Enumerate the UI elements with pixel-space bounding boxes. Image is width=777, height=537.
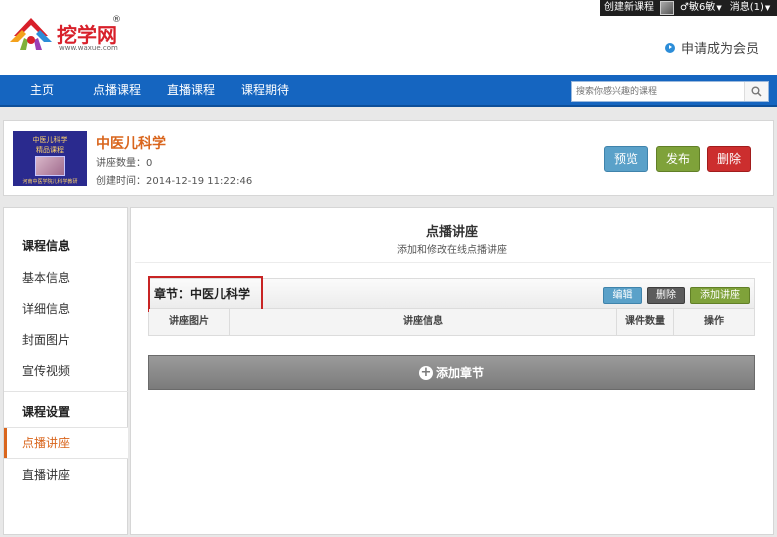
thumbnail-footer: 河南中医学院儿科学教研: [22, 179, 78, 185]
caret-down-icon: ▼: [764, 4, 771, 12]
delete-course-button[interactable]: 删除: [707, 146, 751, 172]
thumbnail-title: 中医儿科学: [32, 136, 68, 144]
sidebar-divider: [4, 391, 128, 392]
column-header-actions: 操作: [704, 316, 724, 327]
nav-live-courses[interactable]: 直播课程: [167, 75, 215, 105]
delete-chapter-button[interactable]: 删除: [647, 287, 685, 304]
search-box: [571, 81, 769, 102]
sidebar-item-basic-info[interactable]: 基本信息: [4, 263, 128, 293]
apply-member-label: 申请成为会员: [680, 42, 759, 57]
play-circle-icon: [664, 42, 675, 53]
search-icon: [751, 86, 762, 97]
sidebar-group-course-info: 课程信息: [22, 239, 71, 253]
panel-title: 点播讲座: [425, 225, 478, 240]
search-input[interactable]: [572, 82, 744, 101]
edit-chapter-button[interactable]: 编辑: [603, 287, 642, 304]
column-header-lecture-image: 讲座图片: [149, 309, 230, 335]
course-thumbnail: 中医儿科学 精品课程 河南中医学院儿科学教研: [13, 131, 87, 186]
messages-label: 消息(1): [729, 2, 764, 13]
main-nav: 主页 点播课程 直播课程 课程期待: [0, 75, 777, 107]
chapter-block: 章节：中医儿科学 编辑 删除 添加讲座 讲座图片 讲座信息 课件数量 操作: [148, 276, 755, 336]
caret-down-icon: ▼: [716, 4, 722, 12]
messages-menu[interactable]: 消息(1)▼: [726, 0, 775, 16]
vod-lectures-panel: 点播讲座 添加和修改在线点播讲座 章节：中医儿科学 编辑 删除 添加讲座 讲座图…: [130, 207, 774, 535]
thumbnail-photo: [35, 156, 65, 176]
column-header-lecture-info: 讲座信息: [230, 309, 617, 335]
logo-url: www.waxue.com: [59, 44, 118, 52]
sidebar-item-detail-info[interactable]: 详细信息: [4, 294, 128, 324]
sidebar-item-cover-image[interactable]: 封面图片: [4, 325, 128, 355]
site-logo[interactable]: 挖学网 ® www.waxue.com: [8, 14, 121, 54]
sidebar-item-live-lectures[interactable]: 直播讲座: [4, 460, 128, 490]
top-user-bar: 创建新课程 ♂敏6敏▼ 消息(1)▼: [600, 0, 777, 16]
panel-subtitle: 添加和修改在线点播讲座: [397, 245, 507, 256]
nav-upcoming-courses[interactable]: 课程期待: [241, 75, 289, 105]
sidebar-item-promo-video[interactable]: 宣传视频: [4, 356, 128, 386]
lecture-table-header: 讲座图片 讲座信息 课件数量 操作: [149, 309, 754, 335]
column-header-courseware-count: 课件数量: [617, 309, 674, 335]
course-title[interactable]: 中医儿科学: [96, 133, 166, 153]
add-chapter-label: 添加章节: [435, 366, 484, 380]
user-name: ♂敏6敏: [680, 2, 716, 13]
course-summary-card: 中医儿科学 精品课程 河南中医学院儿科学教研 中医儿科学 讲座数量：0 创建时间…: [3, 120, 774, 196]
logo-mark-icon: [10, 18, 52, 50]
search-button[interactable]: [744, 82, 768, 101]
add-chapter-button[interactable]: + 添加章节: [148, 355, 755, 390]
settings-sidebar: 课程信息 基本信息 详细信息 封面图片 宣传视频 课程设置 点播讲座 直播讲座: [3, 207, 128, 535]
sidebar-group-course-settings: 课程设置: [22, 405, 71, 419]
user-avatar[interactable]: [660, 1, 674, 15]
create-course-link[interactable]: 创建新课程: [600, 0, 658, 16]
chapter-header: 章节：中医儿科学 编辑 删除 添加讲座: [148, 276, 754, 312]
preview-button[interactable]: 预览: [604, 146, 648, 172]
apply-member-link[interactable]: 申请成为会员: [664, 38, 759, 57]
user-menu[interactable]: ♂敏6敏▼: [676, 0, 726, 16]
panel-divider: [135, 262, 771, 263]
publish-button[interactable]: 发布: [656, 146, 700, 172]
plus-circle-icon: +: [418, 364, 433, 380]
created-time: 创建时间：2014-12-19 11:22:46: [96, 176, 253, 187]
chapter-name: 章节：中医儿科学: [148, 276, 263, 312]
lecture-count: 讲座数量：0: [96, 158, 153, 169]
nav-home[interactable]: 主页: [30, 75, 54, 105]
registered-mark: ®: [112, 15, 121, 25]
thumbnail-subtitle: 精品课程: [36, 146, 64, 154]
sidebar-item-vod-lectures[interactable]: 点播讲座: [4, 428, 128, 458]
nav-vod-courses[interactable]: 点播课程: [93, 75, 141, 105]
sidebar-divider: [4, 458, 128, 459]
add-lecture-button[interactable]: 添加讲座: [690, 287, 750, 304]
